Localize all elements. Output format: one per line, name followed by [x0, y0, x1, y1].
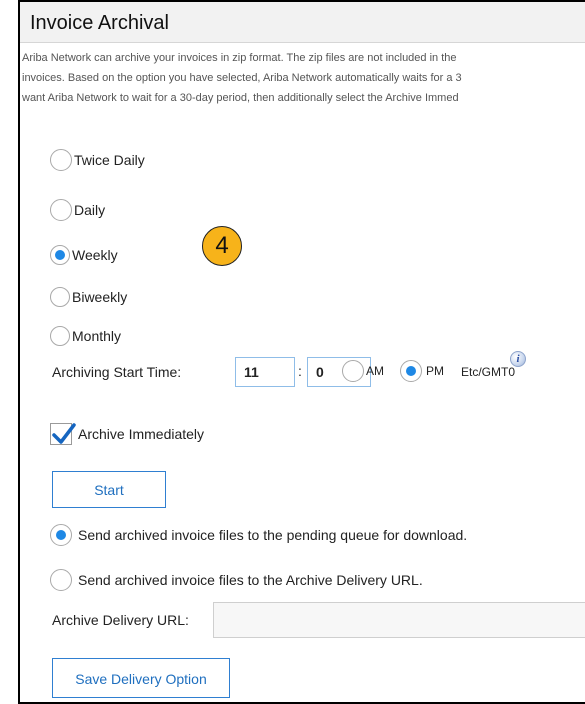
archive-delivery-url-input[interactable] — [213, 602, 585, 638]
pm-label: PM — [426, 364, 444, 378]
am-option[interactable]: AM — [342, 359, 384, 383]
radio-label: Send archived invoice files to the Archi… — [78, 572, 423, 588]
hour-input[interactable] — [235, 357, 295, 387]
time-separator: : — [298, 363, 302, 379]
invoice-archival-panel: Invoice Archival Ariba Network can archi… — [18, 0, 585, 704]
save-delivery-option-button[interactable]: Save Delivery Option — [52, 658, 230, 698]
archive-delivery-url-row: Archive Delivery URL: — [50, 602, 585, 638]
radio-am[interactable] — [342, 360, 364, 382]
archive-immediately-label: Archive Immediately — [78, 426, 205, 442]
frequency-option-biweekly[interactable]: Biweekly — [50, 285, 127, 309]
archive-immediately-checkbox[interactable] — [50, 423, 76, 445]
panel-header: Invoice Archival — [20, 2, 585, 43]
description-line: want Ariba Network to wait for a 30-day … — [22, 92, 459, 104]
radio-label: Biweekly — [72, 289, 128, 305]
radio-twice-daily[interactable] — [50, 149, 72, 171]
archiving-start-time-label: Archiving Start Time: — [52, 364, 182, 380]
description-line: invoices. Based on the option you have s… — [22, 72, 462, 84]
pm-option[interactable]: PM — [400, 359, 444, 383]
page-title: Invoice Archival — [30, 12, 169, 34]
radio-pending-queue[interactable] — [50, 524, 72, 546]
archive-delivery-url-label: Archive Delivery URL: — [52, 612, 189, 628]
step-number-badge: 4 — [202, 226, 242, 266]
info-icon[interactable]: i — [510, 351, 526, 367]
description-line: Ariba Network can archive your invoices … — [22, 52, 457, 64]
radio-label: Monthly — [72, 328, 122, 344]
radio-label: Twice Daily — [74, 152, 145, 168]
radio-daily[interactable] — [50, 199, 72, 221]
radio-label: Daily — [74, 202, 106, 218]
frequency-option-twice-daily[interactable]: Twice Daily — [50, 148, 145, 172]
radio-pm[interactable] — [400, 360, 422, 382]
frequency-option-daily[interactable]: Daily — [50, 198, 105, 222]
radio-weekly[interactable] — [50, 245, 70, 265]
radio-label: Send archived invoice files to the pendi… — [78, 527, 468, 543]
delivery-option-url[interactable]: Send archived invoice files to the Archi… — [50, 568, 423, 592]
radio-delivery-url[interactable] — [50, 569, 72, 591]
radio-label: Weekly — [72, 247, 118, 263]
radio-biweekly[interactable] — [50, 287, 70, 307]
archive-immediately-option[interactable]: Archive Immediately — [50, 422, 204, 446]
timezone-label: Etc/GMT0 — [461, 365, 516, 379]
start-button[interactable]: Start — [52, 471, 166, 508]
frequency-option-monthly[interactable]: Monthly — [50, 324, 121, 348]
frequency-option-weekly[interactable]: Weekly — [50, 243, 118, 267]
description-text: Ariba Network can archive your invoices … — [22, 48, 585, 108]
am-label: AM — [366, 364, 384, 378]
delivery-option-queue[interactable]: Send archived invoice files to the pendi… — [50, 523, 467, 547]
radio-monthly[interactable] — [50, 326, 70, 346]
archiving-start-time-row: Archiving Start Time: : AM PM Etc/GMT0 i — [50, 351, 585, 387]
checkmark-icon — [52, 423, 76, 444]
